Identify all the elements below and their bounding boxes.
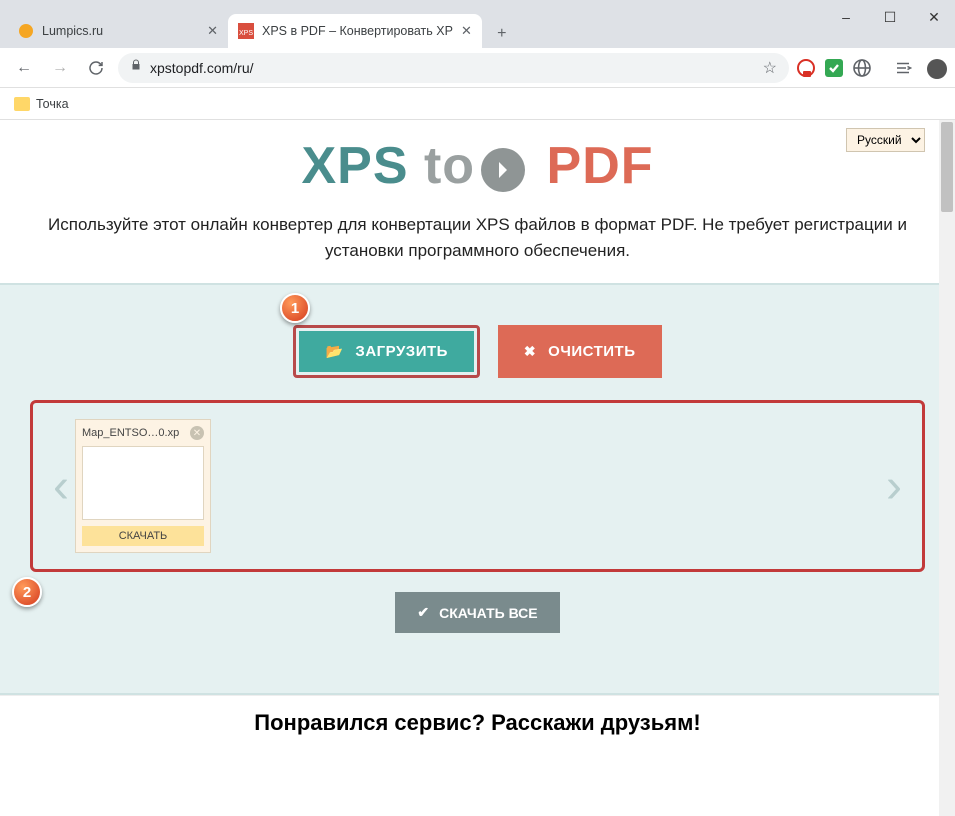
bookmarks-bar: Точка (0, 88, 955, 120)
favicon-lumpics (18, 23, 34, 39)
bookmark-item[interactable]: Точка (36, 97, 69, 111)
site-logo: XPS to PDF (0, 120, 955, 206)
profile-avatar[interactable] (927, 59, 945, 77)
file-drop-zone[interactable]: ‹ Map_ENTSO…0.xp ✕ СКАЧАТЬ › (41, 411, 914, 561)
extension-icons (797, 54, 945, 82)
tab-close-icon[interactable]: ✕ (207, 23, 218, 39)
extension-icon-2[interactable] (825, 59, 843, 77)
lock-icon (130, 58, 142, 77)
page-description: Используйте этот онлайн конвертер для ко… (0, 206, 955, 283)
language-select[interactable]: Русский (846, 128, 925, 152)
tab-close-icon[interactable]: ✕ (461, 23, 472, 39)
tab-title: XPS в PDF – Конвертировать XP (262, 24, 453, 38)
actions-section: 📂 ЗАГРУЗИТЬ ✖ ОЧИСТИТЬ 1 ‹ (0, 283, 955, 695)
reload-button[interactable] (82, 54, 110, 82)
address-bar[interactable]: xpstopdf.com/ru/ ☆ (118, 53, 789, 83)
logo-arrow-icon (481, 148, 525, 192)
tab-xpstopdf[interactable]: XPS XPS в PDF – Конвертировать XP ✕ (228, 14, 482, 48)
upload-button[interactable]: 📂 ЗАГРУЗИТЬ (299, 331, 473, 372)
window-maximize[interactable]: ☐ (881, 8, 899, 26)
window-minimize[interactable]: – (837, 8, 855, 26)
file-download-button[interactable]: СКАЧАТЬ (82, 526, 204, 546)
forward-button[interactable]: → (46, 54, 74, 82)
tab-lumpics[interactable]: Lumpics.ru ✕ (8, 14, 228, 48)
file-thumbnail (82, 446, 204, 520)
share-heading: Понравился сервис? Расскажи друзьям! (0, 695, 955, 750)
favicon-xpstopdf: XPS (238, 23, 254, 39)
scrollbar-thumb[interactable] (941, 122, 953, 212)
tabstrip: Lumpics.ru ✕ XPS XPS в PDF – Конвертиров… (0, 10, 955, 48)
upload-button-label: ЗАГРУЗИТЬ (355, 343, 448, 360)
file-card: Map_ENTSO…0.xp ✕ СКАЧАТЬ (75, 419, 211, 553)
carousel-next[interactable]: › (880, 459, 908, 514)
logo-pdf: PDF (547, 137, 654, 195)
back-button[interactable]: ← (10, 54, 38, 82)
logo-to: to (424, 136, 525, 196)
clear-button[interactable]: ✖ ОЧИСТИТЬ (498, 325, 662, 378)
carousel-prev[interactable]: ‹ (47, 459, 75, 514)
extension-icon-1[interactable] (797, 59, 815, 77)
file-name: Map_ENTSO…0.xp (82, 427, 179, 439)
close-icon: ✖ (524, 343, 536, 360)
check-icon: ✔ (417, 604, 429, 621)
tab-title: Lumpics.ru (42, 24, 199, 38)
folder-icon (14, 97, 30, 111)
download-all-label: СКАЧАТЬ ВСЕ (439, 605, 537, 621)
download-all-button[interactable]: ✔ СКАЧАТЬ ВСЕ (395, 592, 559, 633)
reading-list-icon[interactable] (889, 54, 917, 82)
callout-1: 1 (280, 293, 310, 323)
logo-xps: XPS (301, 137, 408, 195)
url-text: xpstopdf.com/ru/ (150, 60, 755, 76)
page-viewport: Русский XPS to PDF Используйте этот онла… (0, 120, 955, 816)
callout-2: 2 (12, 577, 42, 607)
bookmark-star-icon[interactable]: ☆ (763, 58, 777, 78)
file-remove-icon[interactable]: ✕ (190, 426, 204, 440)
extension-icon-3[interactable] (853, 59, 871, 77)
folder-open-icon: 📂 (325, 343, 343, 360)
svg-text:XPS: XPS (239, 30, 253, 37)
file-zone-highlighted: ‹ Map_ENTSO…0.xp ✕ СКАЧАТЬ › (30, 400, 925, 572)
toolbar: ← → xpstopdf.com/ru/ ☆ (0, 48, 955, 88)
vertical-scrollbar[interactable] (939, 120, 955, 816)
clear-button-label: ОЧИСТИТЬ (548, 343, 635, 360)
window-close[interactable]: ✕ (925, 8, 943, 26)
new-tab-button[interactable]: + (488, 20, 516, 48)
